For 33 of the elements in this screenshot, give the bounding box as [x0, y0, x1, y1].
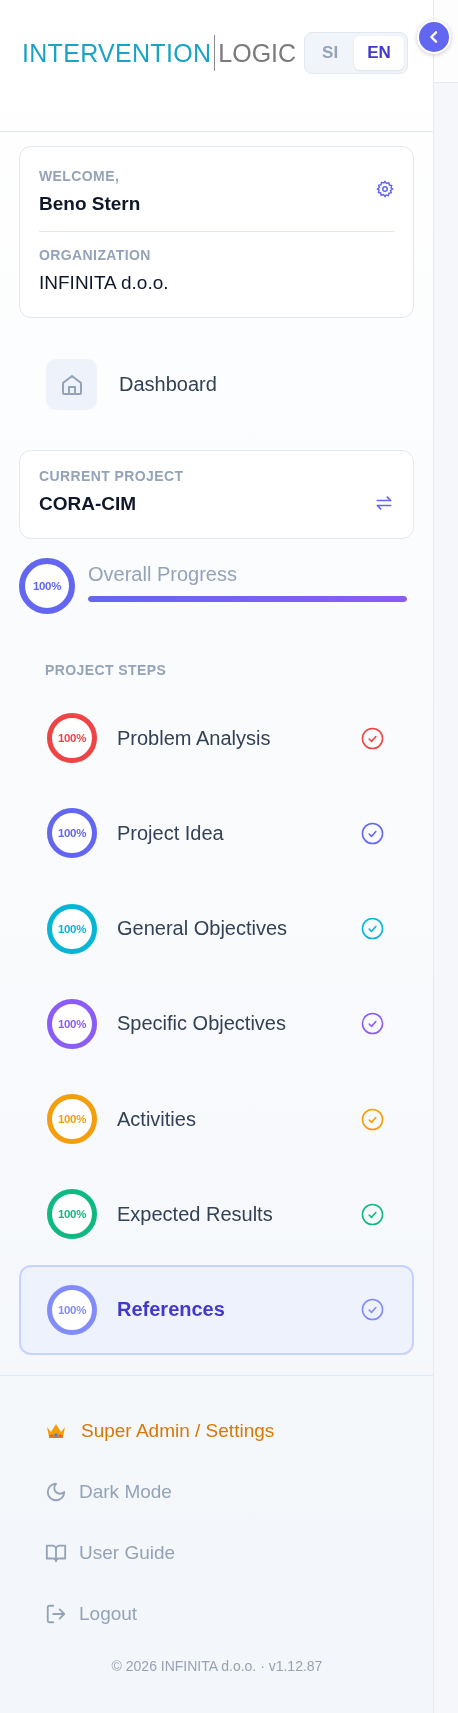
project-name: CORA-CIM [39, 493, 138, 515]
percent-label: 100% [57, 827, 87, 840]
step-item[interactable]: 100% General Objectives [19, 883, 414, 974]
organization-label: ORGANIZATION [39, 247, 152, 263]
settings-icon[interactable] [376, 180, 394, 198]
project-label: CURRENT PROJECT [39, 468, 184, 484]
footer-text: © 2026 INFINITA d.o.o. · v1.12.87 [110, 1657, 324, 1676]
language-button[interactable]: EN [354, 36, 405, 70]
step-item[interactable]: 100% Specific Objectives [19, 978, 414, 1069]
section-heading: PROJECT STEPS [45, 662, 167, 678]
crown-icon [45, 1422, 67, 1441]
step-item[interactable]: 100% References [19, 1264, 414, 1355]
step-item[interactable]: 100% Activities [19, 1074, 414, 1165]
user-name: Beno Stern [39, 192, 141, 215]
step-item[interactable]: 100% Problem Analysis [19, 693, 414, 783]
dashboard-link[interactable]: Dashboard [119, 373, 217, 396]
percent-label: 100% [57, 1113, 87, 1126]
percent-label: 100% [57, 1208, 87, 1221]
welcome-label: WELCOME, [39, 167, 121, 184]
percent-label: 100% [57, 1017, 87, 1030]
percent-label: 100% [32, 580, 62, 592]
step-item[interactable]: 100% Project Idea [19, 788, 414, 879]
percent-label: 100% [57, 732, 87, 744]
book-icon [45, 1542, 67, 1565]
home-icon[interactable] [46, 359, 97, 410]
logout-icon [45, 1603, 67, 1626]
logo: INTERVENTION LOGIC [22, 32, 297, 74]
step-item[interactable]: 100% Expected Results [19, 1169, 414, 1260]
percent-label: 100% [57, 1303, 87, 1316]
progress-label: Overall Progress [88, 562, 238, 586]
moon-icon [45, 1481, 67, 1504]
organization-name: INFINITA d.o.o. [39, 272, 170, 294]
percent-label: 100% [57, 922, 87, 935]
